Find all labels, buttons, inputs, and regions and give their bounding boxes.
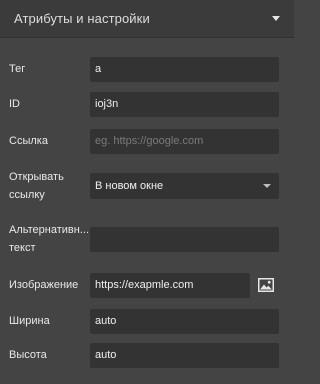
id-label: ID [9, 98, 20, 110]
id-input[interactable]: ioj3n [90, 92, 279, 117]
tag-input[interactable]: a [90, 57, 279, 82]
alt-text-label-line1: Альтернативн... [9, 224, 89, 236]
image-icon[interactable] [258, 278, 274, 292]
collapse-caret-icon[interactable] [272, 16, 280, 21]
link-label: Ссылка [9, 135, 48, 147]
height-label: Высота [9, 349, 47, 361]
width-input[interactable]: auto [90, 309, 279, 334]
select-chevron-down-icon [263, 184, 271, 188]
image-label: Изображение [9, 279, 79, 291]
attributes-panel: Атрибуты и настройки Тег a ID ioj3n Ссыл… [0, 0, 294, 384]
open-link-label-line1: Открывать [9, 171, 64, 183]
panel-title: Атрибуты и настройки [14, 11, 150, 26]
panel-header[interactable]: Атрибуты и настройки [0, 0, 294, 38]
open-link-select[interactable]: В новом окне [90, 173, 279, 199]
height-input[interactable]: auto [90, 343, 279, 368]
link-input[interactable]: eg. https://google.com [90, 129, 279, 154]
tag-label: Тег [9, 63, 26, 75]
alt-text-label-line2: текст [9, 242, 36, 254]
open-link-label-line2: ссылку [9, 189, 45, 201]
alt-text-input[interactable] [90, 227, 279, 252]
image-url-input[interactable]: https://exapmle.com [90, 273, 250, 298]
open-link-selected: В новом окне [95, 180, 164, 192]
width-label: Ширина [9, 315, 50, 327]
